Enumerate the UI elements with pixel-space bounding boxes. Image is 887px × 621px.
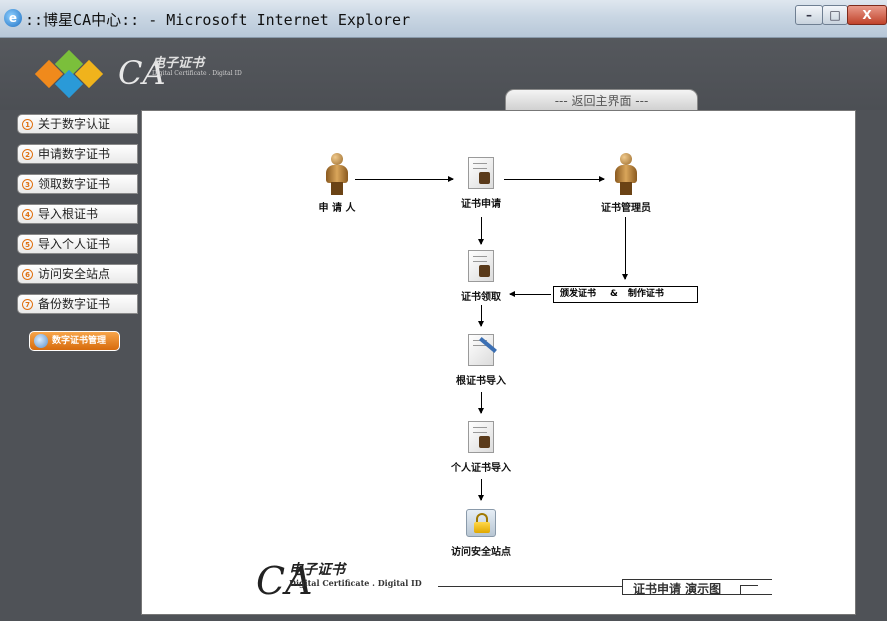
sidebar-item-import-personal-cert[interactable]: 5 导入个人证书 bbox=[17, 234, 138, 254]
footer-logo-english: Digital Certificate . Digital ID bbox=[289, 578, 422, 588]
window-title: ::博星CA中心:: - Microsoft Internet Explorer bbox=[25, 11, 411, 29]
footer-divider bbox=[438, 586, 623, 587]
lock-folder-icon bbox=[466, 509, 496, 537]
make-cert-label: 制作证书 bbox=[627, 289, 664, 299]
number-badge-icon: 6 bbox=[22, 269, 33, 280]
visit-secure-label: 访问安全站点 bbox=[451, 547, 511, 558]
sidebar-item-label: 关于数字认证 bbox=[38, 117, 111, 131]
sidebar-item-apply-cert[interactable]: 2 申请数字证书 bbox=[17, 144, 138, 164]
sidebar-item-visit-secure-site[interactable]: 6 访问安全站点 bbox=[17, 264, 138, 284]
root-cert-pen-icon bbox=[468, 334, 497, 366]
node-import-personal: 个人证书导入 bbox=[436, 421, 526, 474]
arrow-admin-to-issue bbox=[622, 217, 628, 280]
sidebar-item-label: 导入个人证书 bbox=[38, 237, 111, 251]
node-import-root: 根证书导入 bbox=[441, 334, 521, 387]
arrow-receive-to-root bbox=[478, 305, 484, 327]
footer-title-corner bbox=[740, 585, 758, 595]
minimize-button[interactable]: – bbox=[795, 5, 823, 25]
sidebar-item-label: 备份数字证书 bbox=[38, 297, 111, 311]
node-applicant: 申 请 人 bbox=[302, 153, 372, 214]
certificate-receive-icon bbox=[468, 250, 494, 282]
number-badge-icon: 5 bbox=[22, 239, 33, 250]
diagram-title: 证书申请 演示图 bbox=[633, 582, 722, 596]
logo-english-text: Digital Certificate . Digital ID bbox=[152, 70, 242, 77]
cert-apply-label: 证书申请 bbox=[461, 199, 501, 210]
applicant-person-icon bbox=[325, 153, 349, 195]
window-titlebar: e ::博星CA中心:: - Microsoft Internet Explor… bbox=[0, 0, 887, 38]
internet-explorer-icon: e bbox=[4, 9, 22, 27]
node-visit-secure: 访问安全站点 bbox=[436, 509, 526, 558]
node-cert-admin: 证书管理员 bbox=[591, 153, 661, 214]
cert-manager-label: 数字证书管理 bbox=[52, 336, 107, 346]
arrow-applicant-to-apply bbox=[355, 176, 454, 182]
sidebar-item-backup-cert[interactable]: 7 备份数字证书 bbox=[17, 294, 138, 314]
issue-make-cert-box: 颁发证书 & 制作证书 bbox=[553, 286, 698, 303]
sidebar-item-label: 导入根证书 bbox=[38, 207, 99, 221]
cert-manager-icon bbox=[34, 334, 48, 348]
sidebar-item-import-root-cert[interactable]: 4 导入根证书 bbox=[17, 204, 138, 224]
sidebar-item-receive-cert[interactable]: 3 领取数字证书 bbox=[17, 174, 138, 194]
logo-diamonds-icon bbox=[34, 49, 117, 99]
number-badge-icon: 3 bbox=[22, 179, 33, 190]
personal-cert-icon bbox=[468, 421, 494, 453]
node-cert-receive: 证书领取 bbox=[446, 250, 516, 303]
cert-manager-button[interactable]: 数字证书管理 bbox=[29, 331, 120, 351]
arrow-personal-to-secure bbox=[478, 479, 484, 501]
close-button[interactable]: X bbox=[847, 5, 887, 25]
node-cert-apply: 证书申请 bbox=[446, 157, 516, 210]
sidebar-nav: 1 关于数字认证 2 申请数字证书 3 领取数字证书 4 导入根证书 5 导入个人证书 6… bbox=[0, 110, 141, 621]
logo-chinese-text: 电子证书 bbox=[152, 56, 205, 71]
applicant-label: 申 请 人 bbox=[318, 203, 356, 214]
site-header: CA 电子证书 Digital Certificate . Digital ID… bbox=[0, 38, 887, 111]
main-content-panel: 申 请 人 证书申请 证书管理员 证书领取 颁发证书 & 制作证书 根证书导入 个人… bbox=[141, 110, 856, 615]
import-root-label: 根证书导入 bbox=[456, 376, 506, 387]
issue-cert-label: 颁发证书 bbox=[560, 289, 597, 299]
arrow-issue-to-receive bbox=[509, 291, 551, 297]
arrow-apply-to-admin bbox=[504, 176, 605, 182]
sidebar-item-about-digital-auth[interactable]: 1 关于数字认证 bbox=[17, 114, 138, 134]
arrow-apply-to-receive bbox=[478, 217, 484, 245]
number-badge-icon: 4 bbox=[22, 209, 33, 220]
admin-person-icon bbox=[614, 153, 638, 195]
number-badge-icon: 1 bbox=[22, 119, 33, 130]
sidebar-item-label: 访问安全站点 bbox=[38, 267, 111, 281]
maximize-button[interactable]: □ bbox=[822, 5, 848, 25]
certificate-document-icon bbox=[468, 157, 494, 189]
sidebar-item-label: 领取数字证书 bbox=[38, 177, 111, 191]
ampersand-label: & bbox=[610, 289, 618, 299]
number-badge-icon: 7 bbox=[22, 299, 33, 310]
sidebar-item-label: 申请数字证书 bbox=[38, 147, 111, 161]
return-home-tab[interactable]: --- 返回主界面 --- bbox=[505, 89, 698, 111]
import-personal-label: 个人证书导入 bbox=[451, 463, 511, 474]
number-badge-icon: 2 bbox=[22, 149, 33, 160]
arrow-root-to-personal bbox=[478, 392, 484, 414]
footer-logo-chinese: 电子证书 bbox=[289, 562, 345, 578]
cert-receive-label: 证书领取 bbox=[461, 292, 501, 303]
cert-admin-label: 证书管理员 bbox=[601, 203, 651, 214]
